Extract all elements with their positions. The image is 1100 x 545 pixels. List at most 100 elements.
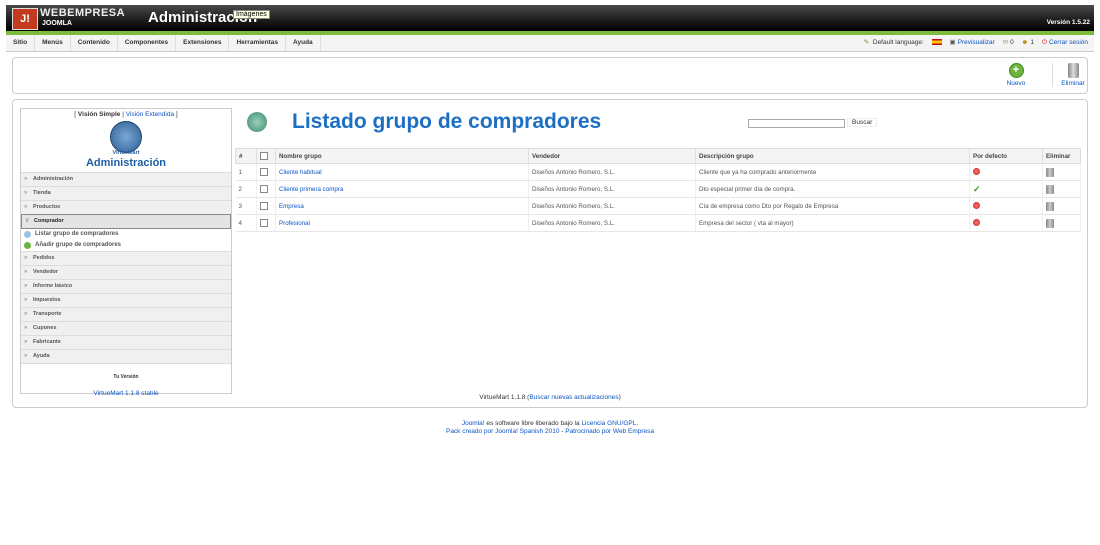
list-icon <box>24 231 31 238</box>
table-row: 1 Cliente habitual Diseños Antonio Romer… <box>235 163 1081 181</box>
sidebar-sub-label: Listar grupo de compradores <box>35 231 119 237</box>
delete-button[interactable]: Eliminar <box>1052 63 1093 87</box>
spain-flag-icon[interactable] <box>931 39 942 46</box>
sidebar-item-pedidos[interactable]: » Pedidos <box>21 251 231 265</box>
row-checkbox[interactable] <box>260 202 268 210</box>
row-checkbox[interactable] <box>260 219 268 227</box>
row-select <box>256 197 276 215</box>
row-vendor: Diseños Antonio Romero, S.L. <box>528 197 696 215</box>
virtuemart-logo-text: VirtueMart <box>112 150 140 156</box>
menu-componentes[interactable]: Componentes <box>118 35 177 51</box>
not-default-icon[interactable] <box>973 168 980 176</box>
sidebar-item-label: Cupones <box>33 325 57 331</box>
sidebar-sub-list-groups[interactable]: Listar grupo de compradores <box>21 229 231 240</box>
col-delete: Eliminar <box>1042 148 1081 164</box>
trash-icon[interactable] <box>1046 201 1054 211</box>
col-select-all <box>256 148 276 164</box>
not-default-icon[interactable] <box>973 219 980 227</box>
messages-count[interactable]: 0 <box>1010 39 1014 46</box>
vm-version-text: VirtueMart 1.1.8 ( <box>479 394 530 401</box>
sidebar-item-label: Transporte <box>33 311 62 317</box>
search-button[interactable]: Buscar <box>847 118 878 127</box>
tooltip: Imágenes <box>233 10 270 19</box>
sidebar-item-ayuda[interactable]: » Ayuda <box>21 349 231 364</box>
row-number: 2 <box>235 180 257 198</box>
shopper-group-table: # Nombre grupo Vendedor Descripción grup… <box>235 148 1081 232</box>
row-vendor: Diseños Antonio Romero, S.L. <box>528 180 696 198</box>
sidebar-item-label: Ayuda <box>33 353 50 359</box>
col-default[interactable]: Por defecto <box>969 148 1043 164</box>
sidebar-item-transporte[interactable]: » Transporte <box>21 307 231 321</box>
sidebar-item-productos[interactable]: » Productos <box>21 200 231 214</box>
new-button[interactable]: + Nuevo <box>996 63 1036 87</box>
footer-line-1: Joomla! es software libre liberado bajo … <box>0 420 1100 428</box>
group-name-link[interactable]: Cliente habitual <box>279 169 322 176</box>
sidebar-sub-label: Añadir grupo de compradores <box>35 242 122 248</box>
sidebar-item-fabricante[interactable]: » Fabricante <box>21 335 231 349</box>
row-description: Empresa del sector ( vta al mayor) <box>695 214 970 232</box>
check-updates-link[interactable]: Buscar nuevas actualizaciones <box>529 394 618 401</box>
menu-herramientas[interactable]: Herramientas <box>229 35 287 51</box>
row-default-cell <box>969 197 1043 215</box>
sidebar-item-cupones[interactable]: » Cupones <box>21 321 231 335</box>
spanish-pack-link[interactable]: Pack creado por Joomla! Spanish 2010 <box>446 428 559 435</box>
menu-extensiones[interactable]: Extensiones <box>176 35 230 51</box>
sidebar-item-label: Vendedor <box>33 269 59 275</box>
virtuemart-sidebar: [ Visión Simple | Visión Extendida ] Vir… <box>20 108 232 397</box>
logout-link[interactable]: Cerrar sesión <box>1049 39 1088 46</box>
extended-view-link[interactable]: Visión Extendida <box>126 111 174 118</box>
sidebar-item-label: Administración <box>33 176 74 182</box>
joomla-link[interactable]: Joomla! <box>462 420 485 427</box>
group-name-link[interactable]: Cliente primera compra <box>279 186 343 193</box>
default-language-label: Default language: <box>872 39 924 46</box>
group-name-link[interactable]: Profesional <box>279 220 310 227</box>
view-toggle: [ Visión Simple | Visión Extendida ] <box>74 111 178 118</box>
users-count[interactable]: 1 <box>1030 39 1034 46</box>
default-check-icon[interactable]: ✓ <box>973 184 981 194</box>
sidebar-sub-add-group[interactable]: Añadir grupo de compradores <box>21 240 231 251</box>
sidebar-item-label: Comprador <box>34 218 64 224</box>
chevron-right-icon: » <box>24 311 28 317</box>
sidebar-item-vendedor[interactable]: » Vendedor <box>21 265 231 279</box>
search-input[interactable] <box>748 119 845 128</box>
menu-status-area: ✎ Default language: ▣ Previsualizar ✉ 0 ☻ 1… <box>858 35 1088 51</box>
virtuemart-version-footer: VirtueMart 1.1.8 (Buscar nuevas actualiz… <box>13 394 1087 401</box>
main-menu-bar: Sitio Menús Contenido Componentes Extens… <box>6 35 1094 52</box>
trash-icon[interactable] <box>1046 218 1054 228</box>
preview-link[interactable]: Previsualizar <box>958 39 995 46</box>
menu-menus[interactable]: Menús <box>35 35 71 51</box>
sidebar-item-label: Tienda <box>33 190 51 196</box>
col-name[interactable]: Nombre grupo <box>275 148 529 164</box>
not-default-icon[interactable] <box>973 202 980 210</box>
sidebar-item-tienda[interactable]: » Tienda <box>21 186 231 200</box>
row-checkbox[interactable] <box>260 185 268 193</box>
col-vendor[interactable]: Vendedor <box>528 148 696 164</box>
trash-icon[interactable] <box>1046 167 1054 177</box>
delete-button-label: Eliminar <box>1061 80 1085 87</box>
messages-icon: ✉ <box>1002 39 1009 46</box>
row-checkbox[interactable] <box>260 168 268 176</box>
menu-sitio[interactable]: Sitio <box>6 35 36 51</box>
preview-icon: ▣ <box>949 39 956 46</box>
menu-contenido[interactable]: Contenido <box>71 35 118 51</box>
row-delete-cell <box>1042 163 1081 181</box>
page-title: Listado grupo de compradores <box>292 110 602 133</box>
row-select <box>256 180 276 198</box>
version-label: Versión 1.5.22 <box>1046 19 1090 26</box>
trash-icon[interactable] <box>1046 184 1054 194</box>
row-number: 4 <box>235 214 257 232</box>
license-link[interactable]: Licencia GNU/GPL <box>581 420 636 427</box>
sidebar-item-comprador[interactable]: ∨ Comprador <box>21 214 231 229</box>
simple-view-link[interactable]: Visión Simple <box>78 111 121 118</box>
sidebar-item-impuestos[interactable]: » Impuestos <box>21 293 231 307</box>
sidebar-item-administracion[interactable]: » Administración <box>21 172 231 186</box>
col-description[interactable]: Descripción grupo <box>695 148 970 164</box>
group-name-link[interactable]: Empresa <box>279 203 304 210</box>
sidebar-item-informe[interactable]: » Informe básico <box>21 279 231 293</box>
menu-ayuda[interactable]: Ayuda <box>286 35 321 51</box>
select-all-checkbox[interactable] <box>260 152 268 160</box>
add-icon <box>24 242 31 249</box>
sidebar-item-label: Pedidos <box>33 255 55 261</box>
sponsor-link[interactable]: Patrocinado por Web Empresa <box>565 428 654 435</box>
row-description: Dto especial primer día de compra. <box>695 180 970 198</box>
